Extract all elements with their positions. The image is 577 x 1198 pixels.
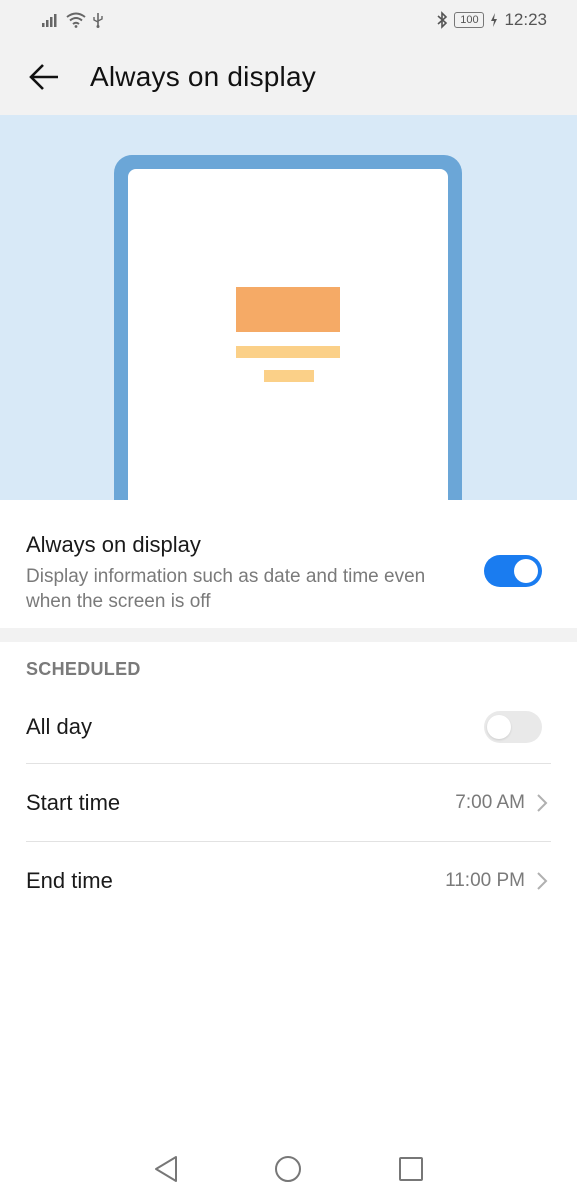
page-title: Always on display xyxy=(90,61,316,92)
section-divider xyxy=(0,628,577,642)
nav-back-button[interactable] xyxy=(151,1154,181,1184)
screen: 100 12:23 Always on display Always on di… xyxy=(0,0,577,1198)
all-day-label: All day xyxy=(26,714,93,739)
start-time-label: Start time xyxy=(26,790,121,815)
bluetooth-icon xyxy=(437,11,448,29)
section-header-scheduled: SCHEDULED xyxy=(26,659,141,679)
battery-icon: 100 xyxy=(454,12,485,28)
chevron-right-icon xyxy=(537,872,548,890)
back-triangle-icon xyxy=(155,1156,177,1182)
start-time-row[interactable]: Start time 7:00 AM xyxy=(0,765,577,841)
setting-title: Always on display xyxy=(26,532,201,557)
setting-description: Display information such as date and tim… xyxy=(26,566,426,612)
signal-icon xyxy=(42,14,57,27)
always-on-display-toggle[interactable] xyxy=(484,555,542,587)
wifi-icon xyxy=(66,12,86,28)
back-arrow-icon xyxy=(29,64,58,90)
recents-square-icon xyxy=(399,1157,423,1181)
back-button[interactable] xyxy=(22,55,66,99)
end-time-label: End time xyxy=(26,868,113,893)
usb-icon xyxy=(93,13,103,28)
aod-info-line-short xyxy=(264,370,314,382)
end-time-row[interactable]: End time 11:00 PM xyxy=(0,843,577,919)
all-day-row[interactable]: All day xyxy=(0,689,577,765)
all-day-toggle[interactable] xyxy=(484,711,542,743)
charging-icon xyxy=(491,13,498,27)
phone-frame xyxy=(114,155,462,500)
nav-recents-button[interactable] xyxy=(396,1154,426,1184)
end-time-value: 11:00 PM xyxy=(445,870,525,891)
aod-preview-illustration xyxy=(0,115,577,500)
battery-level: 100 xyxy=(460,14,479,26)
aod-clock-block xyxy=(236,287,340,332)
start-time-value: 7:00 AM xyxy=(455,792,525,813)
chevron-right-icon xyxy=(537,794,548,812)
phone-screen xyxy=(128,169,448,500)
status-bar: 100 12:23 xyxy=(0,0,577,40)
app-bar: Always on display xyxy=(0,40,577,115)
always-on-display-setting[interactable]: Always on display Display information su… xyxy=(0,500,577,628)
status-right-icons: 100 12:23 xyxy=(436,8,547,32)
nav-home-button[interactable] xyxy=(273,1154,303,1184)
home-circle-icon xyxy=(275,1156,301,1182)
toggle-knob xyxy=(487,715,511,739)
row-divider xyxy=(26,841,551,842)
aod-info-line xyxy=(236,346,340,358)
toggle-knob xyxy=(514,559,538,583)
row-divider xyxy=(26,763,551,764)
status-left-icons xyxy=(42,10,104,30)
navigation-bar xyxy=(0,1140,577,1198)
status-time: 12:23 xyxy=(504,10,547,29)
